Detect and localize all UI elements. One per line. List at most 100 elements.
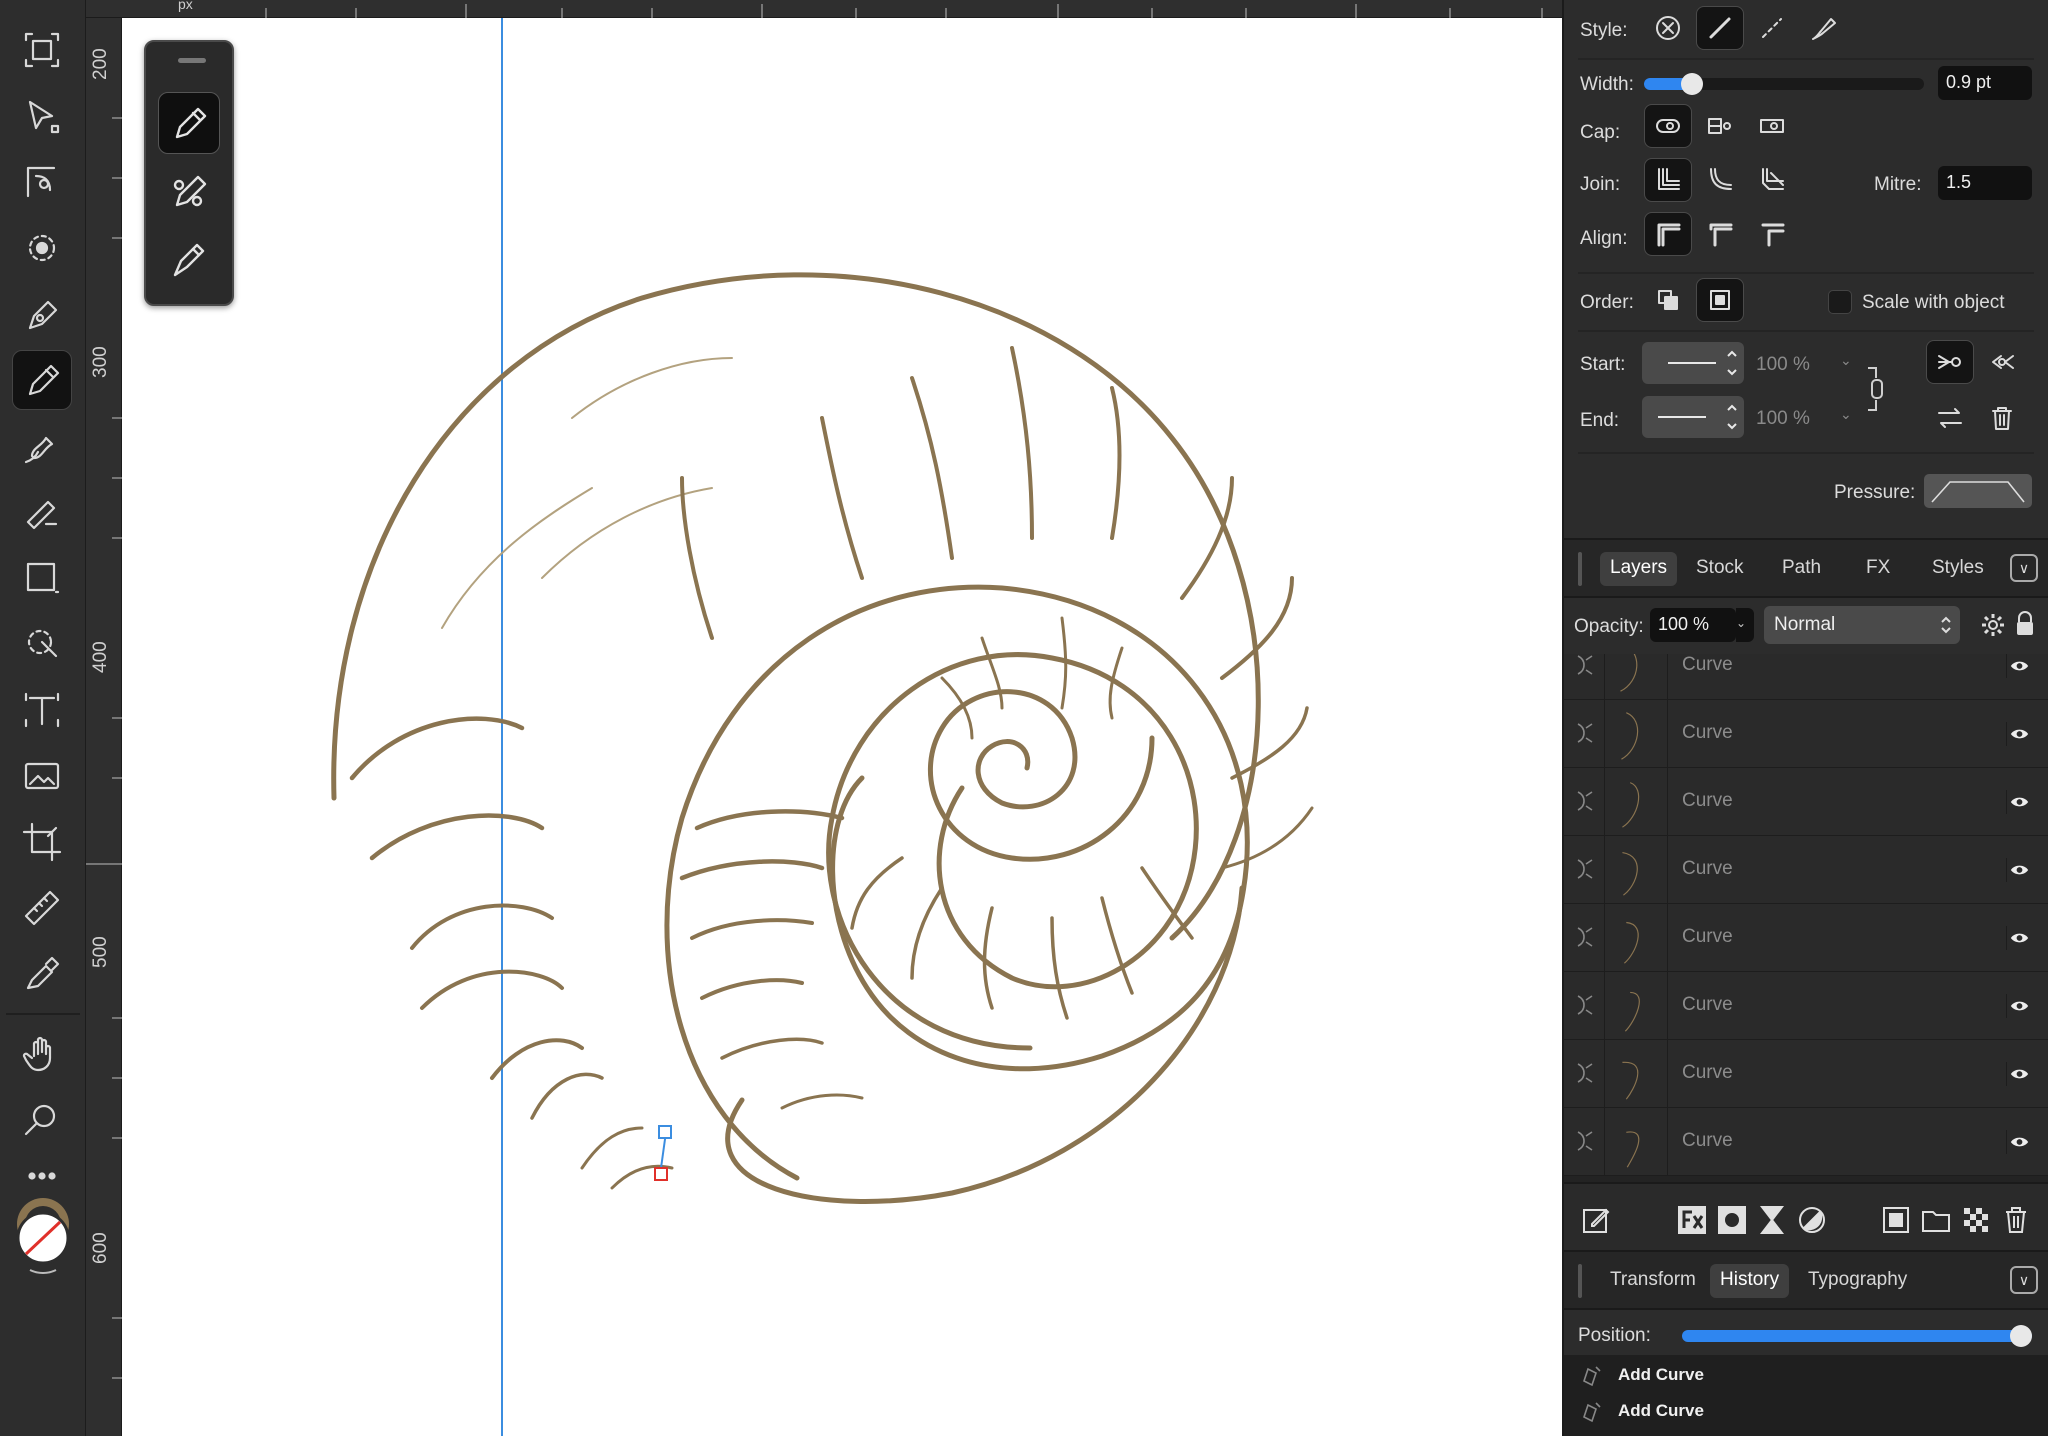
pencil-mode-palette[interactable] — [144, 40, 234, 306]
width-slider-knob[interactable] — [1680, 73, 1703, 95]
tab-path[interactable]: Path — [1772, 552, 1831, 586]
collapse-layers-panel-button[interactable]: ∨ — [2010, 554, 2038, 582]
artistic-text-tool-button[interactable] — [12, 680, 72, 740]
measure-tool-button[interactable] — [12, 878, 72, 938]
opacity-dropdown-chevron[interactable]: ⌄ — [1736, 608, 1754, 642]
align-outside-button[interactable] — [1748, 212, 1796, 256]
stroke-behind-fill-button[interactable] — [1644, 278, 1692, 322]
eye-icon[interactable] — [2006, 722, 2032, 746]
vector-crop-tool-button[interactable] — [12, 614, 72, 674]
start-scale-dropdown-chevron[interactable]: ⌄ — [1840, 352, 1852, 369]
color-picker-tool-button[interactable] — [12, 944, 72, 1004]
layer-row[interactable]: Curve — [1564, 836, 2048, 904]
blend-mode-dropdown[interactable]: Normal — [1764, 606, 1960, 644]
adjustment-button[interactable] — [1754, 1202, 1790, 1238]
add-pixel-layer-button[interactable] — [1878, 1202, 1914, 1238]
layer-row[interactable]: Curve — [1564, 1108, 2048, 1176]
style-solid-button[interactable] — [1696, 6, 1744, 50]
pen-tool-button[interactable] — [12, 284, 72, 344]
eye-icon[interactable] — [2006, 654, 2032, 678]
cap-square-button[interactable] — [1748, 104, 1796, 148]
view-tool-button[interactable] — [12, 1024, 72, 1084]
document-canvas[interactable] — [122, 18, 1562, 1436]
fill-tool-button[interactable] — [12, 482, 72, 542]
remove-arrowheads-button[interactable] — [1978, 396, 2026, 440]
opacity-field[interactable]: 100 % — [1650, 608, 1736, 642]
panel-grip[interactable] — [1578, 1264, 1582, 1298]
history-position-slider[interactable] — [1682, 1325, 2032, 1347]
history-item[interactable]: Add Curve — [1578, 1393, 1704, 1429]
join-miter-button[interactable] — [1644, 158, 1692, 202]
layer-row[interactable]: Curve — [1564, 768, 2048, 836]
vector-brush-tool-button[interactable] — [12, 416, 72, 476]
layer-settings-gear-icon[interactable] — [1980, 612, 2006, 638]
place-image-tool-button[interactable] — [12, 746, 72, 806]
corner-tool-button[interactable] — [12, 152, 72, 212]
layer-row[interactable]: Curve — [1564, 700, 2048, 768]
align-inside-button[interactable] — [1696, 212, 1744, 256]
eye-icon[interactable] — [2006, 790, 2032, 814]
cap-butt-button[interactable] — [1644, 104, 1692, 148]
edit-layer-button[interactable] — [1578, 1202, 1614, 1238]
history-item[interactable]: Add Curve — [1578, 1357, 1704, 1393]
live-filter-button[interactable] — [1794, 1202, 1830, 1238]
eye-icon[interactable] — [2006, 994, 2032, 1018]
palette-drag-handle[interactable] — [178, 58, 206, 63]
collapse-history-panel-button[interactable]: ∨ — [2010, 1266, 2038, 1294]
arrowhead-position-button[interactable] — [1926, 340, 1974, 384]
rectangle-tool-button[interactable] — [12, 548, 72, 608]
eye-icon[interactable] — [2006, 1062, 2032, 1086]
swap-colors-icon[interactable] — [29, 1269, 57, 1274]
eye-icon[interactable] — [2006, 1130, 2032, 1154]
add-group-button[interactable] — [1918, 1202, 1954, 1238]
layer-row[interactable]: Curve — [1564, 904, 2048, 972]
layer-row[interactable]: Curve — [1564, 1040, 2048, 1108]
eye-icon[interactable] — [2006, 858, 2032, 882]
stroke-front-fill-button[interactable] — [1696, 278, 1744, 322]
tab-styles[interactable]: Styles — [1922, 552, 1994, 586]
node-handle-start[interactable] — [658, 1125, 672, 1139]
end-arrowhead-dropdown[interactable] — [1642, 396, 1744, 438]
layer-row[interactable]: Curve — [1564, 654, 2048, 700]
start-arrowhead-dropdown[interactable] — [1642, 342, 1744, 384]
zoom-tool-button[interactable] — [12, 1090, 72, 1150]
node-handle-end[interactable] — [654, 1167, 668, 1181]
width-slider[interactable] — [1644, 73, 1924, 95]
scale-with-object-checkbox[interactable] — [1828, 290, 1852, 314]
swap-arrowheads-button[interactable] — [1926, 396, 1974, 440]
tab-typography[interactable]: Typography — [1798, 1264, 1917, 1298]
end-scale-dropdown-chevron[interactable]: ⌄ — [1840, 406, 1852, 423]
join-bevel-button[interactable] — [1748, 158, 1796, 202]
arrowhead-outside-button[interactable] — [1978, 340, 2026, 384]
pressure-curve-button[interactable] — [1924, 474, 2032, 508]
start-scale-value[interactable]: 100 % — [1756, 354, 1810, 376]
align-center-button[interactable] — [1644, 212, 1692, 256]
layer-row[interactable]: Curve — [1564, 972, 2048, 1040]
tab-fx[interactable]: FX — [1856, 552, 1900, 586]
mask-layer-button[interactable] — [1714, 1202, 1750, 1238]
pencil-mode-button[interactable] — [158, 92, 220, 154]
style-brush-button[interactable] — [1800, 6, 1848, 50]
mitre-field[interactable]: 1.5 — [1938, 166, 2032, 200]
eye-icon[interactable] — [2006, 926, 2032, 950]
width-field[interactable]: 0.9 pt — [1938, 66, 2032, 100]
panel-grip[interactable] — [1578, 552, 1582, 586]
color-well[interactable] — [14, 1196, 72, 1276]
history-position-knob[interactable] — [2010, 1325, 2032, 1347]
tab-history[interactable]: History — [1710, 1264, 1790, 1298]
crop-tool-button[interactable] — [12, 812, 72, 872]
tab-layers[interactable]: Layers — [1600, 552, 1678, 586]
link-scale-icon[interactable] — [1864, 364, 1888, 414]
node-tool-button[interactable] — [12, 86, 72, 146]
pressure-mode-button[interactable] — [158, 228, 220, 290]
join-round-button[interactable] — [1696, 158, 1744, 202]
end-scale-value[interactable]: 100 % — [1756, 408, 1810, 430]
tab-transform[interactable]: Transform — [1600, 1264, 1706, 1298]
cap-round-button[interactable] — [1696, 104, 1744, 148]
layer-fx-button[interactable] — [1674, 1202, 1710, 1238]
move-tool-button[interactable] — [12, 20, 72, 80]
style-none-button[interactable] — [1644, 6, 1692, 50]
point-transform-tool-button[interactable] — [12, 218, 72, 278]
lock-icon[interactable] — [2014, 610, 2036, 638]
style-dashed-button[interactable] — [1748, 6, 1796, 50]
